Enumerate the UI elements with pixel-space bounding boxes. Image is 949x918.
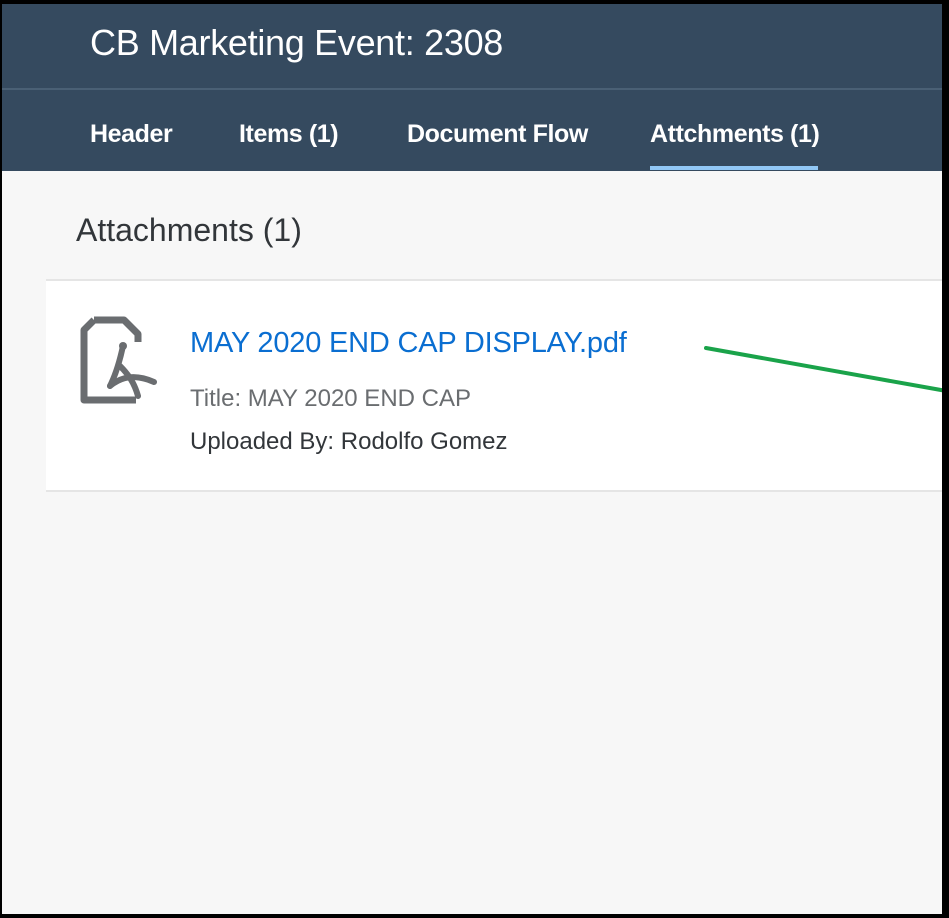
page-title: CB Marketing Event: 2308 <box>90 22 504 63</box>
app-window: CB Marketing Event: 2308 Header Items (1… <box>2 4 942 914</box>
attachment-file-link[interactable]: MAY 2020 END CAP DISPLAY.pdf <box>190 327 627 360</box>
tab-header[interactable]: Header <box>90 120 173 149</box>
section-title: Attachments (1) <box>76 212 302 248</box>
tab-attachments[interactable]: Attchments (1) <box>650 120 820 149</box>
attachment-uploaded-by: Uploaded By: Rodolfo Gomez <box>190 428 508 455</box>
selected-tab-indicator <box>650 166 818 170</box>
attachment-title: Title: MAY 2020 END CAP <box>190 385 471 412</box>
object-page-header: CB Marketing Event: 2308 Header Items (1… <box>2 4 942 171</box>
pdf-file-icon <box>80 316 157 404</box>
tab-document-flow[interactable]: Document Flow <box>407 120 588 149</box>
attachment-list-item[interactable]: MAY 2020 END CAP DISPLAY.pdf Title: MAY … <box>46 281 942 492</box>
tab-items[interactable]: Items (1) <box>239 120 339 149</box>
tab-bar: Header Items (1) Document Flow Attchment… <box>2 90 942 171</box>
